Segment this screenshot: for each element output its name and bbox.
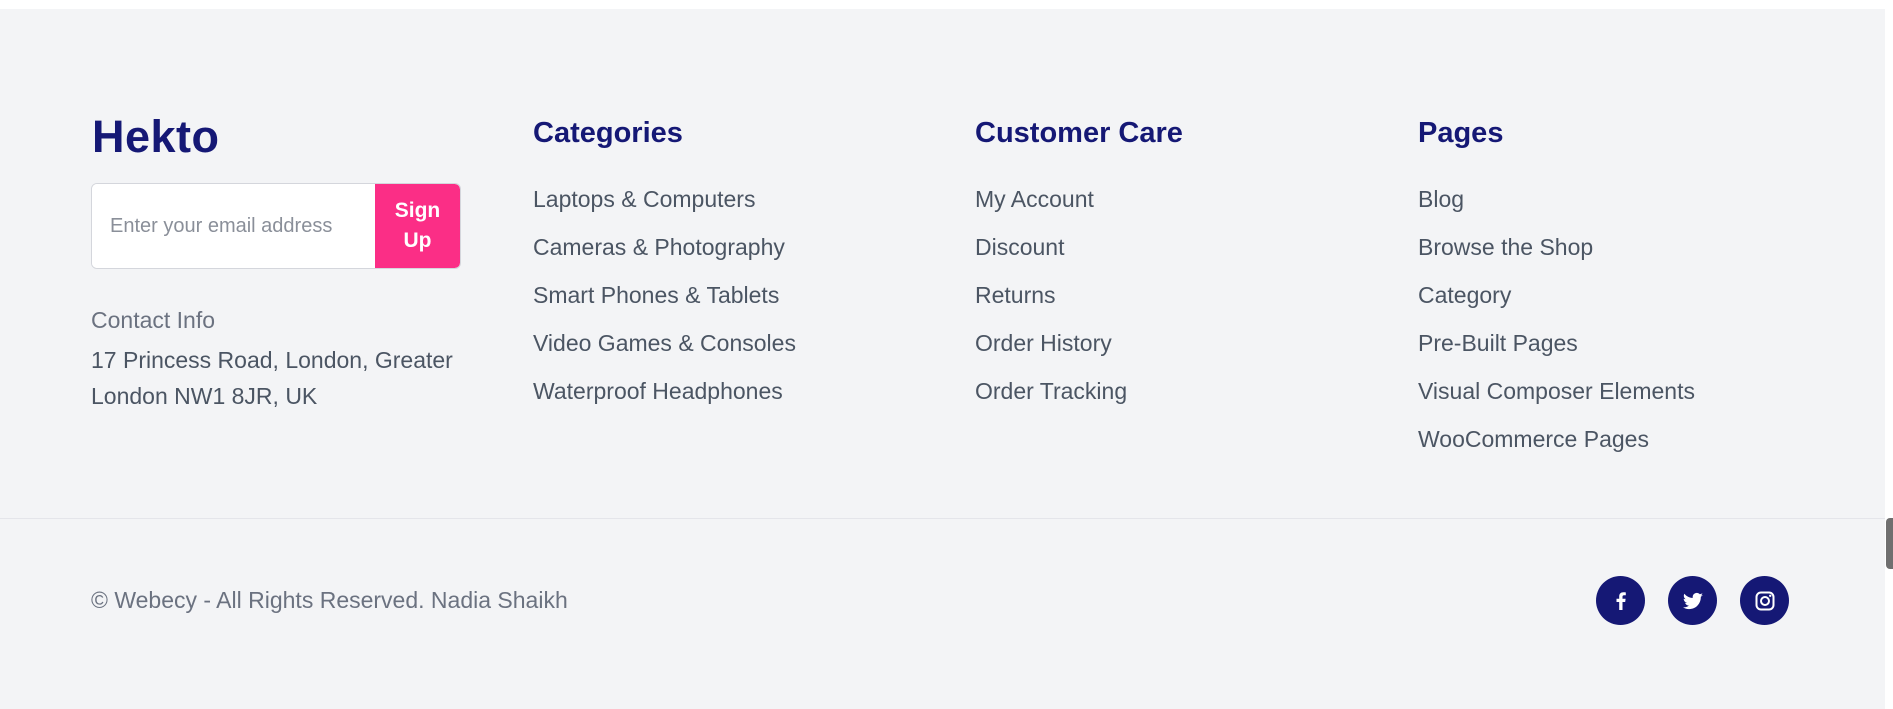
twitter-link[interactable] <box>1668 576 1717 625</box>
contact-address: 17 Princess Road, London, Greater London… <box>91 347 453 409</box>
sign-up-button[interactable]: Sign Up <box>375 184 460 268</box>
newsletter-form: Sign Up <box>91 183 461 269</box>
pages-list: Blog Browse the Shop Category Pre-Built … <box>1418 181 1695 469</box>
footer-link-pre-built-pages[interactable]: Pre-Built Pages <box>1418 325 1695 373</box>
page-scrollbar-track[interactable] <box>1885 0 1893 709</box>
categories-title: Categories <box>533 117 683 149</box>
footer-link-returns[interactable]: Returns <box>975 277 1127 325</box>
brand-logo[interactable]: Hekto <box>92 111 220 163</box>
categories-list: Laptops & Computers Cameras & Photograph… <box>533 181 796 421</box>
footer-link-laptops[interactable]: Laptops & Computers <box>533 181 796 229</box>
footer-link-order-tracking[interactable]: Order Tracking <box>975 373 1127 421</box>
customer-care-title: Customer Care <box>975 117 1183 149</box>
email-input[interactable] <box>92 184 375 268</box>
footer-link-headphones[interactable]: Waterproof Headphones <box>533 373 796 421</box>
footer-link-smart-phones[interactable]: Smart Phones & Tablets <box>533 277 796 325</box>
footer-link-woocommerce-pages[interactable]: WooCommerce Pages <box>1418 421 1695 469</box>
page-scrollbar-thumb[interactable] <box>1886 518 1893 569</box>
footer-link-blog[interactable]: Blog <box>1418 181 1695 229</box>
copyright-text: © Webecy - All Rights Reserved. Nadia Sh… <box>91 587 568 613</box>
footer-link-order-history[interactable]: Order History <box>975 325 1127 373</box>
facebook-icon <box>1616 591 1626 610</box>
footer-link-video-games[interactable]: Video Games & Consoles <box>533 325 796 373</box>
facebook-link[interactable] <box>1596 576 1645 625</box>
footer-link-browse-shop[interactable]: Browse the Shop <box>1418 229 1695 277</box>
instagram-icon <box>1755 591 1774 610</box>
footer-link-my-account[interactable]: My Account <box>975 181 1127 229</box>
footer: Hekto Sign Up Contact Info 17 Princess R… <box>0 9 1885 709</box>
twitter-icon <box>1682 592 1703 609</box>
footer-link-cameras[interactable]: Cameras & Photography <box>533 229 796 277</box>
footer-divider <box>0 518 1885 519</box>
pages-title: Pages <box>1418 117 1504 149</box>
footer-link-category[interactable]: Category <box>1418 277 1695 325</box>
customer-care-list: My Account Discount Returns Order Histor… <box>975 181 1127 421</box>
footer-link-discount[interactable]: Discount <box>975 229 1127 277</box>
instagram-link[interactable] <box>1740 576 1789 625</box>
footer-link-visual-composer[interactable]: Visual Composer Elements <box>1418 373 1695 421</box>
contact-info-title: Contact Info <box>91 307 216 333</box>
